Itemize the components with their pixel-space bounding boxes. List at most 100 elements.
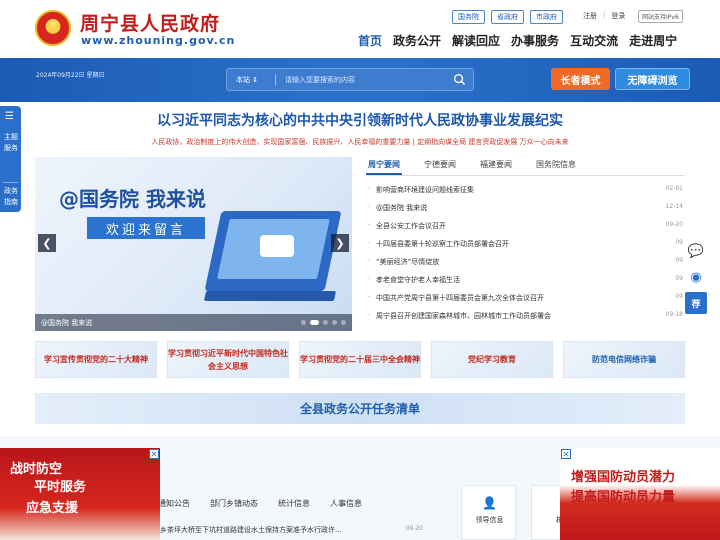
list-item[interactable]: @国务院 我来说 12-14 bbox=[366, 203, 685, 221]
subline[interactable]: 人民政协，政治制度上的伟大创造，实现国家富强、民族振兴、人民幸福的重要力量 | … bbox=[0, 137, 720, 147]
news-title: @国务院 我来说 bbox=[376, 204, 428, 212]
nav-interaction[interactable]: 互动交流 bbox=[570, 32, 618, 49]
ad-line: 平时服务 bbox=[34, 480, 87, 495]
nav-interpretation[interactable]: 解读回应 bbox=[452, 32, 500, 49]
carousel-dot-active[interactable] bbox=[310, 320, 319, 325]
news-date: 09-18 bbox=[665, 311, 683, 318]
link-state-council[interactable]: 国务院 bbox=[452, 10, 485, 24]
register-link[interactable]: 注册 bbox=[583, 11, 597, 21]
ad-line: 增强国防动员潜力 bbox=[571, 470, 676, 485]
ad-line: 战时防空 bbox=[10, 462, 63, 477]
news-title: 影响营商环境建设问题线索征集 bbox=[376, 186, 474, 194]
news-date: 09-20 bbox=[665, 221, 683, 228]
news-date: 09 bbox=[675, 257, 683, 264]
carousel-prev-button[interactable]: ❮ bbox=[38, 234, 56, 252]
news-date: 12-14 bbox=[665, 203, 683, 210]
main-nav: 首页 政务公开 解读回应 办事服务 互动交流 走进周宁 bbox=[358, 32, 677, 49]
nav-gov-affairs[interactable]: 政务公开 bbox=[393, 32, 441, 49]
close-icon[interactable]: ✕ bbox=[149, 449, 159, 459]
topic-card-third-plenum[interactable]: 学习贯彻党的二十届三中全会精神 bbox=[299, 341, 421, 378]
headline[interactable]: 以习近平同志为核心的中共中央引领新时代人民政协事业发展纪实 bbox=[0, 110, 720, 130]
list-item[interactable]: 乡茶坪大桥至下坑村道路建设水土保持方案准予水行政许... 09-20 bbox=[160, 525, 425, 535]
tab-zhouning-news[interactable]: 周宁要闻 bbox=[366, 157, 402, 175]
topic-card-xi-thought[interactable]: 学习贯彻习近平新时代中国特色社会主义思想 bbox=[167, 341, 289, 378]
link-city[interactable]: 市政府 bbox=[530, 10, 563, 24]
search-input[interactable]: 请输入您要搜索的内容 bbox=[285, 75, 355, 85]
tab-dept-news[interactable]: 部门乡镇动态 bbox=[210, 498, 258, 509]
accessible-button[interactable]: 无障碍浏览 bbox=[615, 68, 690, 90]
list-item[interactable]: 孝老食堂守护老人幸福生活 09 bbox=[366, 275, 685, 293]
auth-divider: | bbox=[603, 11, 606, 19]
carousel-next-button[interactable]: ❯ bbox=[331, 234, 349, 252]
site-name[interactable]: 周宁县人民政府 bbox=[80, 9, 220, 36]
topic-card-party-discipline[interactable]: 党纪学习教育 bbox=[431, 341, 553, 378]
tab-statistics[interactable]: 统计信息 bbox=[278, 498, 310, 509]
current-date: 2024年09月22日 星期日 bbox=[36, 72, 105, 79]
topic-card-anti-fraud[interactable]: 防范电信网络诈骗 bbox=[563, 341, 685, 378]
side-item-gov-guide[interactable]: 政务指南 bbox=[4, 186, 18, 208]
tab-ningde-news[interactable]: 宁德要闻 bbox=[422, 157, 458, 175]
news-panel: 周宁要闻 宁德要闻 福建要闻 国务院信息 影响营商环境建设问题线索征集 02-01… bbox=[366, 157, 685, 331]
tab-fujian-news[interactable]: 福建要闻 bbox=[478, 157, 514, 175]
ad-line: 应急支援 bbox=[26, 501, 79, 516]
chat-bubble-icon bbox=[260, 235, 294, 257]
slide-subtitle: 欢迎来留言 bbox=[87, 217, 205, 239]
carousel-dot[interactable] bbox=[332, 320, 337, 325]
tab-notices[interactable]: 通知公告 bbox=[158, 498, 190, 509]
list-item[interactable]: 中国共产党周宁县第十四届委员会第九次全体会议召开 09 bbox=[366, 293, 685, 311]
person-icon: 👤 bbox=[482, 496, 497, 510]
ipv6-badge: 网站支持IPv6 bbox=[638, 10, 683, 23]
news-title: 孝老食堂守护老人幸福生活 bbox=[376, 276, 460, 284]
top-links: 国务院 省政府 市政府 bbox=[452, 10, 563, 24]
wechat-icon[interactable]: 💬 bbox=[684, 240, 708, 262]
news-date: 09 bbox=[675, 293, 683, 300]
news-list: 影响营商环境建设问题线索征集 02-01 @国务院 我来说 12-14 全县公安工作… bbox=[366, 185, 685, 329]
news-title: 十四届县委第十轮巡察工作动员部署会召开 bbox=[376, 240, 509, 248]
news-title: 周宁县召开创建国家森林城市、园林城市工作动员部署会 bbox=[376, 312, 551, 320]
slide-title: @国务院 我来说 bbox=[59, 187, 206, 211]
floating-ad-left[interactable]: 战时防空 平时服务 应急支援 ✕ bbox=[0, 448, 160, 540]
site-domain: www.zhouning.gov.cn bbox=[81, 34, 236, 47]
laptop-base bbox=[203, 291, 337, 301]
weibo-icon[interactable]: ◉ bbox=[684, 266, 708, 288]
news-title: 全县公安工作会议召开 bbox=[376, 222, 446, 230]
search-divider bbox=[275, 74, 276, 86]
floating-ad-right[interactable]: ✕ 增强国防动员潜力 提高国防动员力量 bbox=[560, 448, 720, 540]
close-icon[interactable]: ✕ bbox=[561, 449, 571, 459]
list-item[interactable]: 全县公安工作会议召开 09-20 bbox=[366, 221, 685, 239]
news-date: 02-01 bbox=[665, 185, 683, 192]
search-band: 2024年09月22日 星期日 本站 ⇕ 请输入您要搜索的内容 长者模式 无障碍… bbox=[0, 58, 720, 102]
search-scope-select[interactable]: 本站 ⇕ bbox=[236, 75, 258, 85]
national-emblem-icon bbox=[35, 10, 71, 46]
news-date: 09 bbox=[675, 275, 683, 282]
auth-links: 注册 | 登录 bbox=[583, 11, 625, 21]
nav-home[interactable]: 首页 bbox=[358, 32, 382, 49]
login-link[interactable]: 登录 bbox=[611, 11, 625, 21]
search-icon[interactable] bbox=[453, 73, 466, 86]
topic-card-20th-congress[interactable]: 学习宣传贯彻党的二十大精神 bbox=[35, 341, 157, 378]
slide-caption[interactable]: @国务院 我来说 bbox=[41, 318, 92, 328]
carousel[interactable]: @国务院 我来说 欢迎来留言 ❮ ❯ @国务院 我来说 bbox=[35, 157, 352, 331]
carousel-dot[interactable] bbox=[341, 320, 346, 325]
elder-mode-button[interactable]: 长者模式 bbox=[551, 68, 610, 90]
ad-line: 提高国防动员力量 bbox=[571, 490, 676, 505]
right-side-bar: 💬 ◉ 荐 bbox=[684, 240, 708, 318]
side-divider bbox=[3, 182, 18, 183]
carousel-dot[interactable] bbox=[323, 320, 328, 325]
carousel-dot[interactable] bbox=[301, 320, 306, 325]
recommend-button[interactable]: 荐 bbox=[685, 292, 707, 314]
nav-about[interactable]: 走进周宁 bbox=[629, 32, 677, 49]
tab-personnel[interactable]: 人事信息 bbox=[330, 498, 362, 509]
news-title: “美丽经济”尽情绽放 bbox=[376, 258, 440, 266]
list-item[interactable]: 影响营商环境建设问题线索征集 02-01 bbox=[366, 185, 685, 203]
tab-state-council-info[interactable]: 国务院信息 bbox=[534, 157, 578, 175]
service-leaders[interactable]: 👤 领导信息 bbox=[461, 485, 516, 540]
nav-services[interactable]: 办事服务 bbox=[511, 32, 559, 49]
task-list-banner[interactable]: 全县政务公开任务清单 bbox=[35, 393, 685, 424]
list-item[interactable]: 周宁县召开创建国家森林城市、园林城市工作动员部署会 09-18 bbox=[366, 311, 685, 329]
list-item[interactable]: 十四届县委第十轮巡察工作动员部署会召开 09 bbox=[366, 239, 685, 257]
link-province[interactable]: 省政府 bbox=[491, 10, 524, 24]
news-tabs: 周宁要闻 宁德要闻 福建要闻 国务院信息 bbox=[366, 157, 685, 176]
list-item[interactable]: “美丽经济”尽情绽放 09 bbox=[366, 257, 685, 275]
site-header: 周宁县人民政府 www.zhouning.gov.cn 国务院 省政府 市政府 … bbox=[0, 0, 720, 58]
